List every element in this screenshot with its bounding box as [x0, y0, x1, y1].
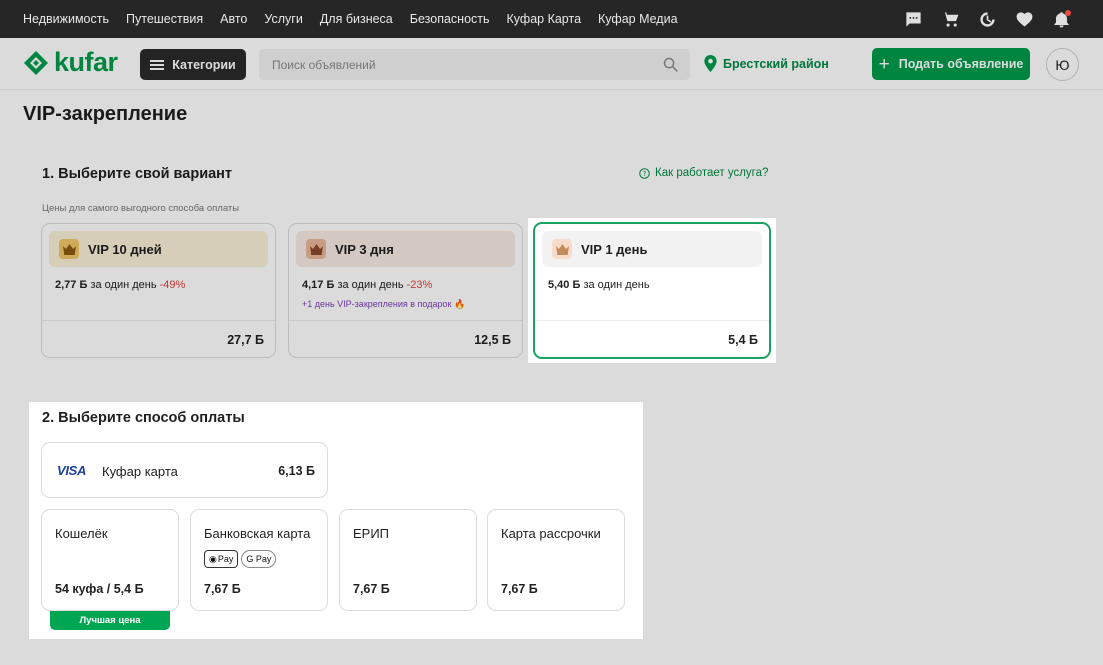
- categories-button[interactable]: Категории: [140, 49, 246, 80]
- categories-label: Категории: [172, 57, 236, 72]
- payment-installment-card[interactable]: Карта рассрочки 7,67 Б: [487, 509, 625, 611]
- logo[interactable]: kufar: [23, 47, 118, 78]
- vip-option-total: 5,4 Б: [728, 333, 758, 347]
- google-pay-icon: G Pay: [241, 550, 277, 568]
- visa-logo: VISA: [57, 463, 87, 478]
- dim-overlay: [29, 639, 643, 665]
- avatar[interactable]: Ю: [1046, 48, 1079, 81]
- heart-icon[interactable]: [1015, 10, 1034, 29]
- crown-icon: [59, 239, 79, 259]
- topnav-travel[interactable]: Путешествия: [126, 12, 203, 26]
- vip-option-header: VIP 3 дня: [296, 231, 515, 267]
- bell-icon[interactable]: [1052, 9, 1071, 29]
- vip-option-total: 12,5 Б: [474, 333, 511, 347]
- payment-label: Банковская карта: [204, 526, 311, 541]
- apple-pay-icon: ◉ Pay: [204, 550, 239, 568]
- discount-badge: -49%: [159, 279, 186, 291]
- top-icons: [904, 0, 1071, 38]
- cart-icon[interactable]: [941, 10, 960, 29]
- post-ad-label: Подать объявление: [898, 57, 1024, 71]
- chat-icon[interactable]: [904, 10, 923, 29]
- gift-note: +1 день VIP-закрепления в подарок 🔥: [302, 299, 466, 309]
- menu-icon: [150, 59, 165, 70]
- step2-title: 2. Выберите способ оплаты: [42, 410, 245, 426]
- divider: [289, 320, 522, 321]
- vip-option-total: 27,7 Б: [227, 333, 264, 347]
- payment-price: 7,67 Б: [501, 582, 538, 596]
- search-input[interactable]: [259, 49, 690, 80]
- search-icon[interactable]: [662, 56, 679, 73]
- vip-option-per-day: 2,77 Б за один день -49%: [55, 279, 186, 291]
- location-pin-icon: [704, 55, 717, 72]
- history-icon[interactable]: [978, 10, 997, 29]
- topnav-business[interactable]: Для бизнеса: [320, 12, 393, 26]
- payment-bank-card[interactable]: Банковская карта ◉ Pay G Pay 7,67 Б: [190, 509, 328, 611]
- header: kufar Категории Брестский район + Подать…: [0, 38, 1103, 90]
- kufar-card-label: Куфар карта: [102, 464, 178, 479]
- notification-dot: [1065, 9, 1071, 16]
- vip-option-per-day: 5,40 Б за один день: [548, 279, 650, 291]
- vip-option-per-day: 4,17 Б за один день -23%: [302, 279, 433, 291]
- vip-option-name: VIP 1 день: [581, 241, 648, 257]
- vip-option-10-days[interactable]: VIP 10 дней 2,77 Б за один день -49% 27,…: [41, 223, 276, 358]
- top-nav: Недвижимость Путешествия Авто Услуги Для…: [23, 0, 695, 38]
- vip-option-header: VIP 1 день: [542, 231, 762, 267]
- kufar-card-option[interactable]: VISA Куфар карта 6,13 Б: [41, 442, 328, 498]
- logo-text: kufar: [54, 47, 118, 77]
- topnav-realty[interactable]: Недвижимость: [23, 12, 109, 26]
- vip-option-name: VIP 10 дней: [88, 241, 162, 257]
- help-link[interactable]: ? Как работает услуга?: [639, 167, 768, 179]
- location-selector[interactable]: Брестский район: [703, 55, 829, 72]
- crown-icon: [552, 239, 572, 259]
- vip-option-1-day[interactable]: VIP 1 день 5,40 Б за один день 5,4 Б: [533, 222, 771, 359]
- svg-text:?: ?: [643, 169, 647, 177]
- location-label: Брестский район: [723, 56, 829, 71]
- topnav-security[interactable]: Безопасность: [410, 12, 490, 26]
- dim-overlay: [776, 218, 1103, 402]
- topnav-kufar-card[interactable]: Куфар Карта: [507, 12, 582, 26]
- payment-label: Кошелёк: [55, 526, 108, 541]
- divider: [42, 320, 275, 321]
- step1-title: 1. Выберите свой вариант: [42, 166, 233, 182]
- kufar-card-price: 6,13 Б: [278, 464, 315, 478]
- price-hint: Цены для самого выгодного способа оплаты: [42, 203, 240, 214]
- payment-wallet[interactable]: Кошелёк 54 куфа / 5,4 Б: [41, 509, 179, 611]
- crown-icon: [306, 239, 326, 259]
- divider: [535, 320, 769, 321]
- best-price-badge: Лучшая цена: [50, 611, 170, 630]
- plus-icon: +: [878, 53, 890, 75]
- post-ad-button[interactable]: + Подать объявление: [872, 48, 1030, 80]
- payment-label: ЕРИП: [353, 526, 390, 541]
- payment-label: Карта рассрочки: [501, 526, 601, 541]
- kufar-logo-icon: [24, 50, 48, 75]
- vip-option-header: VIP 10 дней: [49, 231, 268, 267]
- topnav-services[interactable]: Услуги: [264, 12, 302, 26]
- payment-price: 7,67 Б: [204, 582, 241, 596]
- help-link-label: Как работает услуга?: [655, 167, 769, 179]
- page-title: VIP-закрепление: [23, 103, 188, 125]
- vip-option-3-days[interactable]: VIP 3 дня 4,17 Б за один день -23% +1 де…: [288, 223, 523, 358]
- vip-option-name: VIP 3 дня: [335, 241, 394, 257]
- discount-badge: -23%: [406, 279, 433, 291]
- help-icon: ?: [639, 167, 650, 179]
- fire-icon: 🔥: [453, 299, 466, 309]
- payment-price: 7,67 Б: [353, 582, 390, 596]
- topnav-kufar-media[interactable]: Куфар Медиа: [598, 12, 678, 26]
- payment-erip[interactable]: ЕРИП 7,67 Б: [339, 509, 477, 611]
- dim-overlay: [643, 402, 1103, 665]
- top-bar: Недвижимость Путешествия Авто Услуги Для…: [0, 0, 1103, 38]
- payment-price: 54 куфа / 5,4 Б: [55, 582, 144, 596]
- topnav-auto[interactable]: Авто: [220, 12, 247, 26]
- wallet-badges: ◉ Pay G Pay: [204, 550, 277, 568]
- dim-overlay: [0, 402, 29, 665]
